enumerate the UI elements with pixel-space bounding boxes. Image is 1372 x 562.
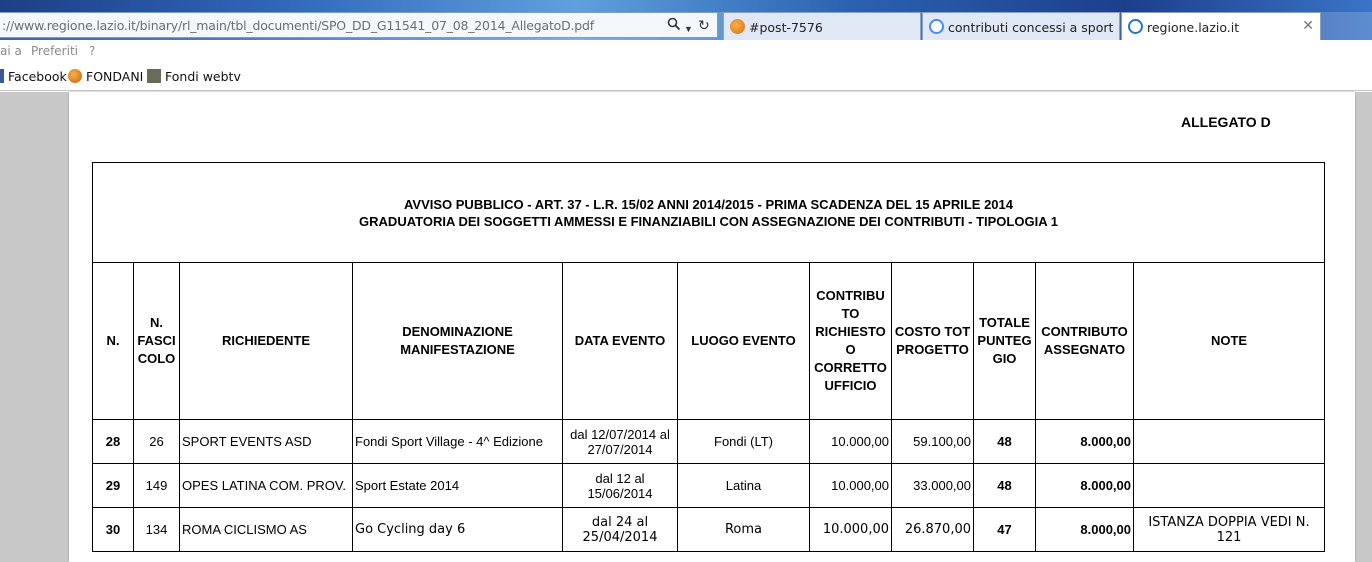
site-favicon-icon	[730, 19, 745, 34]
menu-item-preferiti[interactable]: Preferiti	[31, 44, 78, 58]
cell-data: dal 12/07/2014 al 27/07/2014	[562, 419, 678, 464]
ranking-table: AVVISO PUBBLICO - ART. 37 - L.R. 15/02 A…	[92, 162, 1325, 552]
cell-n: 29	[92, 463, 134, 508]
cell-luogo: Fondi (LT)	[677, 419, 810, 464]
tab-label: #post-7576	[749, 20, 823, 35]
cell-fascicolo: 149	[133, 463, 180, 508]
favorite-fondani[interactable]: FONDANI	[68, 69, 143, 84]
pdf-page: ALLEGATO D AVVISO PUBBLICO - ART. 37 - L…	[69, 92, 1355, 562]
tab-label: contributi concessi a sport eve...	[948, 20, 1116, 35]
cell-denominazione: Sport Estate 2014	[352, 463, 563, 508]
allegato-label: ALLEGATO D	[1181, 114, 1271, 130]
header-row: N. N. FASCI COLO RICHIEDENTE DENOMINAZIO…	[92, 262, 1325, 420]
cell-richiesto: 10.000,00	[809, 463, 892, 508]
refresh-icon[interactable]: ↻	[698, 17, 710, 33]
col-header-n: N.	[92, 262, 134, 420]
col-header-costo: COSTO TOT PROGETTO	[891, 262, 974, 420]
tab-label: regione.lazio.it	[1147, 20, 1240, 35]
col-header-assegnato: CONTRIBUTO ASSEGNATO	[1035, 262, 1134, 420]
cell-assegnato: 8.000,00	[1035, 419, 1134, 464]
cell-luogo: Roma	[677, 507, 810, 552]
cell-costo: 59.100,00	[891, 419, 974, 464]
cell-richiedente: ROMA CICLISMO AS	[179, 507, 353, 552]
cell-fascicolo: 134	[133, 507, 180, 552]
cell-costo: 26.870,00	[891, 507, 974, 552]
cell-fascicolo: 26	[133, 419, 180, 464]
cell-richiesto: 10.000,00	[809, 507, 892, 552]
cell-costo: 33.000,00	[891, 463, 974, 508]
google-icon	[929, 19, 944, 34]
tab-google-search[interactable]: contributi concessi a sport eve...	[922, 12, 1120, 40]
col-header-punteggio: TOTALE PUNTEG GIO	[973, 262, 1036, 420]
title-line-1: AVVISO PUBBLICO - ART. 37 - L.R. 15/02 A…	[403, 196, 1013, 212]
col-header-richiedente: RICHIEDENTE	[179, 262, 353, 420]
tab-post[interactable]: #post-7576	[723, 12, 921, 40]
favorites-bar: Facebook FONDANI Fondi webtv	[0, 62, 1372, 91]
cell-luogo: Latina	[677, 463, 810, 508]
tab-regione-lazio[interactable]: regione.lazio.it ✕	[1121, 12, 1321, 40]
ie-icon	[1128, 19, 1143, 34]
cell-data: dal 24 al 25/04/2014	[562, 507, 678, 552]
favorite-fondi-webtv[interactable]: Fondi webtv	[147, 69, 241, 84]
col-header-contributo-richiesto: CONTRIBU TO RICHIESTO O CORRETTO UFFICIO	[809, 262, 892, 420]
cell-denominazione: Go Cycling day 6	[352, 507, 563, 552]
cell-note	[1133, 419, 1325, 464]
cell-note: ISTANZA DOPPIA VEDI N. 121	[1133, 507, 1325, 552]
cell-note	[1133, 463, 1325, 508]
cell-richiedente: OPES LATINA COM. PROV.	[179, 463, 353, 508]
cell-punteggio: 47	[973, 507, 1036, 552]
cell-n: 30	[92, 507, 134, 552]
cell-punteggio: 48	[973, 419, 1036, 464]
menu-item[interactable]: ai a	[0, 44, 22, 58]
col-header-note: NOTE	[1133, 262, 1325, 420]
fondani-icon	[68, 69, 82, 83]
col-header-denominazione: DENOMINAZIONE MANIFESTAZIONE	[352, 262, 563, 420]
close-icon[interactable]: ✕	[1302, 18, 1314, 34]
cell-assegnato: 8.000,00	[1035, 507, 1134, 552]
address-bar[interactable]: ://www.regione.lazio.it/binary/rl_main/t…	[0, 12, 718, 38]
cell-richiedente: SPORT EVENTS ASD	[179, 419, 353, 464]
search-icon[interactable]	[667, 17, 681, 34]
col-header-data: DATA EVENTO	[562, 262, 678, 420]
address-url[interactable]: ://www.regione.lazio.it/binary/rl_main/t…	[2, 18, 594, 33]
facebook-icon	[0, 69, 4, 83]
title-line-2: GRADUATORIA DEI SOGGETTI AMMESSI E FINAN…	[359, 213, 1058, 229]
cell-data: dal 12 al 15/06/2014	[562, 463, 678, 508]
browser-chrome: ://www.regione.lazio.it/binary/rl_main/t…	[0, 0, 1372, 92]
cell-assegnato: 8.000,00	[1035, 463, 1134, 508]
favorite-facebook[interactable]: Facebook	[0, 69, 67, 84]
cell-denominazione: Fondi Sport Village - 4^ Edizione	[352, 419, 563, 464]
table-row: 28 26 SPORT EVENTS ASD Fondi Sport Villa…	[92, 419, 1325, 464]
cell-n: 28	[92, 419, 134, 464]
menu-item-help[interactable]: ?	[89, 44, 95, 58]
cell-punteggio: 48	[973, 463, 1036, 508]
col-header-luogo: LUOGO EVENTO	[677, 262, 810, 420]
col-header-fascicolo: N. FASCI COLO	[133, 262, 180, 420]
cell-richiesto: 10.000,00	[809, 419, 892, 464]
dropdown-arrow-icon[interactable]: ▼	[684, 21, 693, 37]
table-row: 30 134 ROMA CICLISMO AS Go Cycling day 6…	[92, 507, 1325, 552]
table-row: 29 149 OPES LATINA COM. PROV. Sport Esta…	[92, 463, 1325, 508]
table-title: AVVISO PUBBLICO - ART. 37 - L.R. 15/02 A…	[92, 162, 1325, 263]
menu-bar: ai a Preferiti ?	[0, 40, 1372, 62]
webtv-icon	[147, 69, 161, 83]
